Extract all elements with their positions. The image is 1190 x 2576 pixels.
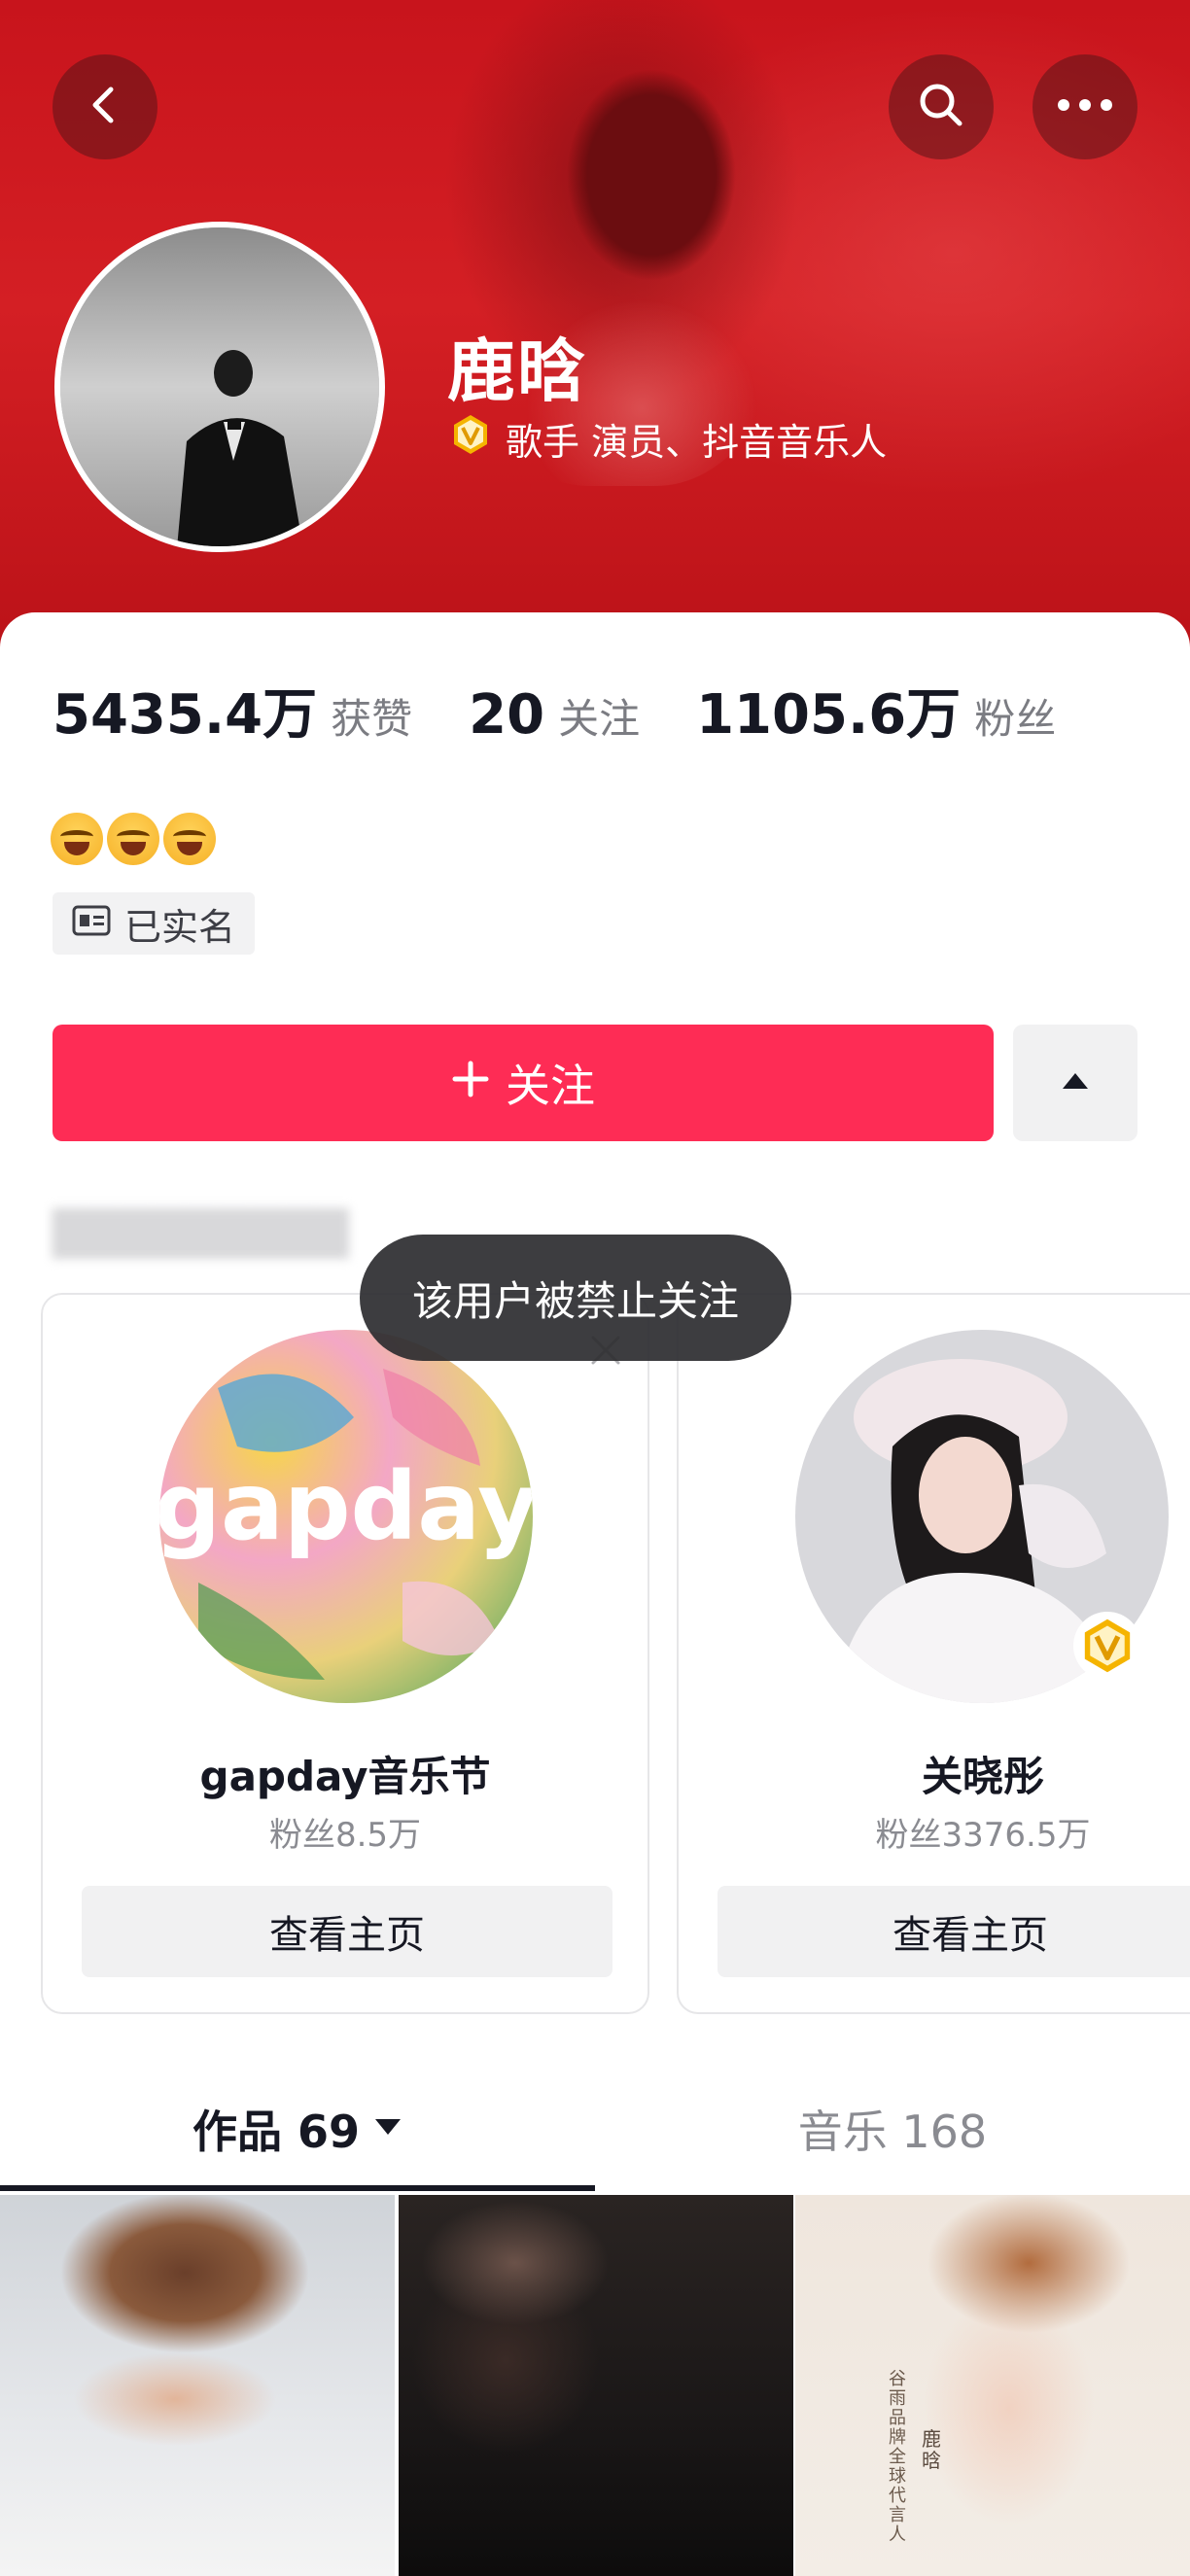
- recommended-user-fans: 粉丝8.5万: [268, 1816, 422, 1855]
- more-options-button[interactable]: [1032, 54, 1138, 159]
- thumbnail-caption-name: 鹿晗: [922, 2427, 941, 2472]
- follow-label: 关注: [506, 1060, 595, 1112]
- toast-message: 该用户被禁止关注: [360, 1235, 792, 1361]
- realname-tag: 已实名: [52, 892, 256, 955]
- id-card-icon: [72, 902, 111, 945]
- laugh-cry-emoji-icon: [107, 813, 159, 865]
- following-label[interactable]: 关注: [558, 686, 640, 746]
- bio-emojis: [51, 813, 216, 865]
- gapday-logo: gapday: [159, 1330, 533, 1703]
- verified-badge-icon: [1073, 1612, 1141, 1680]
- verified-badge-icon: [449, 413, 492, 465]
- recommendations-title-blurred: █████████: [52, 1209, 349, 1259]
- likes-label: 获赞: [331, 695, 413, 743]
- followers-count[interactable]: 1105.6万: [696, 671, 961, 749]
- verification-text: 歌手 演员、抖音音乐人: [506, 421, 888, 464]
- recommended-user-name[interactable]: 关晓彤: [679, 1744, 1190, 1803]
- video-thumbnail[interactable]: [399, 2195, 793, 2576]
- profile-avatar[interactable]: [54, 222, 385, 552]
- stats-row: 5435.4万 获赞 20 关注 1105.6万 粉丝: [52, 671, 1056, 749]
- tab-music[interactable]: 音乐 168: [595, 2090, 1190, 2168]
- triangle-up-icon: [1061, 1071, 1090, 1095]
- laugh-cry-emoji-icon: [51, 813, 103, 865]
- search-button[interactable]: [889, 54, 994, 159]
- video-thumbnail[interactable]: 谷雨品牌全球代言人 鹿晗: [795, 2195, 1190, 2576]
- recommended-user-name[interactable]: gapday音乐节: [43, 1744, 648, 1803]
- search-icon: [914, 78, 968, 136]
- tab-music-label: 音乐 168: [797, 2106, 988, 2158]
- followers-label[interactable]: 粉丝: [974, 686, 1056, 746]
- recommended-user-card[interactable]: gapday gapday音乐节 粉丝8.5万 查看主页: [41, 1293, 649, 2014]
- more-dots-icon: [1056, 97, 1114, 117]
- recommended-user-card[interactable]: 关晓彤 粉丝3376.5万 查看主页: [677, 1293, 1190, 2014]
- plus-icon: [451, 1057, 490, 1109]
- active-tab-indicator: [0, 2185, 595, 2191]
- video-thumbnail[interactable]: [0, 2195, 395, 2576]
- profile-name: 鹿晗: [447, 331, 587, 411]
- gapday-logo-text: gapday: [159, 1452, 533, 1561]
- back-button[interactable]: [52, 54, 158, 159]
- avatar-photo: [60, 227, 379, 546]
- caret-down-icon: [373, 2116, 402, 2141]
- view-profile-button[interactable]: 查看主页: [718, 1886, 1190, 1977]
- likes-count: 5435.4万: [52, 683, 318, 747]
- recommended-user-avatar[interactable]: gapday: [159, 1330, 533, 1703]
- following-count[interactable]: 20: [469, 683, 544, 747]
- collapse-recommendations-button[interactable]: [1013, 1025, 1138, 1141]
- follow-button[interactable]: 关注: [52, 1025, 994, 1141]
- verification-line: 歌手 演员、抖音音乐人: [449, 412, 887, 466]
- tab-works[interactable]: 作品 69: [0, 2090, 595, 2168]
- recommended-user-fans: 粉丝3376.5万: [875, 1816, 1091, 1855]
- tab-works-label: 作品 69: [192, 2106, 361, 2158]
- realname-label: 已实名: [124, 905, 236, 949]
- thumbnail-caption: 谷雨品牌全球代言人: [889, 2369, 906, 2545]
- view-profile-button[interactable]: 查看主页: [82, 1886, 612, 1977]
- chevron-left-icon: [84, 84, 126, 130]
- laugh-cry-emoji-icon: [163, 813, 216, 865]
